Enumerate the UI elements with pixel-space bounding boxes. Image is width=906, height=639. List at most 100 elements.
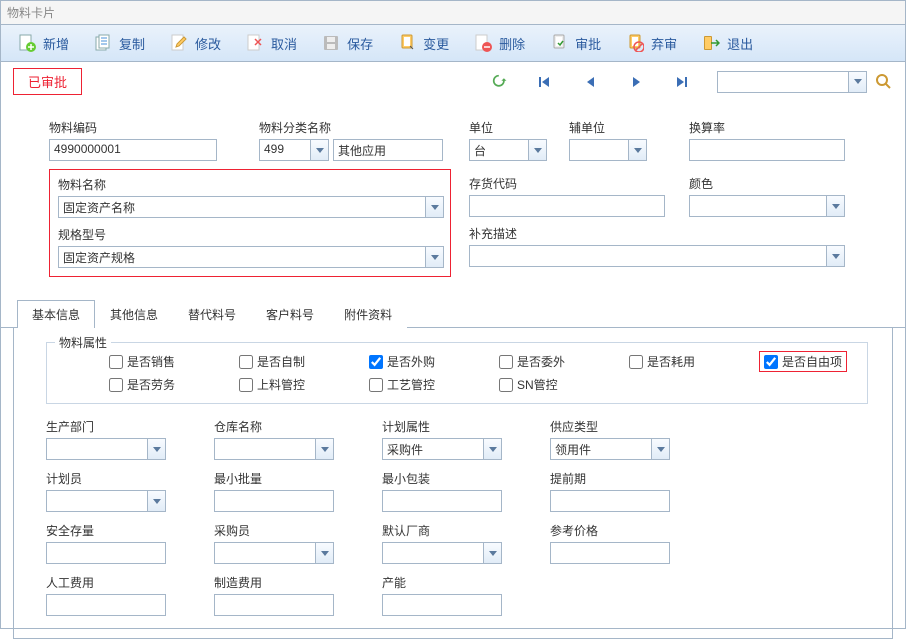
spec-combo[interactable]: 固定资产规格: [58, 246, 444, 268]
mfg-cost-label: 制造费用: [214, 574, 382, 592]
material-name-combo[interactable]: 固定资产名称: [58, 196, 444, 218]
check-selfmade[interactable]: 是否自制: [239, 351, 369, 372]
chevron-down-icon[interactable]: [310, 140, 328, 160]
mfg-cost-input[interactable]: [214, 594, 334, 616]
delete-button[interactable]: 删除: [463, 29, 535, 57]
safe-stock-label: 安全存量: [46, 522, 214, 540]
tab-basic[interactable]: 基本信息: [17, 300, 95, 328]
check-sn[interactable]: SN管控: [499, 376, 629, 393]
attributes-legend: 物料属性: [55, 334, 111, 351]
dept-combo[interactable]: [46, 438, 166, 460]
titlebar: 物料卡片: [1, 1, 905, 25]
min-batch-input[interactable]: [214, 490, 334, 512]
chevron-down-icon[interactable]: [425, 247, 443, 267]
capacity-input[interactable]: [382, 594, 502, 616]
tab-attachment[interactable]: 附件资料: [329, 300, 407, 328]
check-consume[interactable]: 是否耗用: [629, 351, 759, 372]
chevron-down-icon[interactable]: [528, 140, 546, 160]
ref-price-input[interactable]: [550, 542, 670, 564]
category-code-combo[interactable]: 499: [259, 139, 329, 161]
form-area: 物料编码 4990000001 物料分类名称 499 其他应用 单位 台 辅单位…: [1, 101, 905, 285]
material-name-label: 物料名称: [58, 176, 442, 194]
min-pack-input[interactable]: [382, 490, 502, 512]
min-pack-label: 最小包装: [382, 470, 550, 488]
chevron-down-icon[interactable]: [848, 72, 866, 92]
attributes-fieldset: 物料属性 是否销售 是否自制 是否外购 是否委外 是否耗用 是否自由项 是否劳务…: [46, 342, 868, 404]
nav-search-combo[interactable]: [717, 71, 867, 93]
nav-prev-icon[interactable]: [581, 73, 599, 91]
check-free-item[interactable]: 是否自由项: [759, 351, 847, 372]
rate-label: 换算率: [689, 119, 859, 137]
category-label: 物料分类名称: [259, 119, 469, 137]
chevron-down-icon[interactable]: [147, 491, 165, 511]
chevron-down-icon[interactable]: [483, 543, 501, 563]
copy-button[interactable]: 复制: [83, 29, 155, 57]
chevron-down-icon[interactable]: [315, 439, 333, 459]
labor-cost-input[interactable]: [46, 594, 166, 616]
nav-last-icon[interactable]: [673, 73, 691, 91]
supplement-combo[interactable]: [469, 245, 845, 267]
detail-grid: 生产部门 仓库名称 计划属性采购件 供应类型领用件 计划员 最小批量 最小包装 …: [14, 418, 892, 626]
edit-button[interactable]: 修改: [159, 29, 231, 57]
dept-label: 生产部门: [46, 418, 214, 436]
change-button[interactable]: 变更: [387, 29, 459, 57]
exit-icon: [701, 33, 721, 53]
save-button[interactable]: 保存: [311, 29, 383, 57]
unit-label: 单位: [469, 119, 569, 137]
warehouse-combo[interactable]: [214, 438, 334, 460]
spec-label: 规格型号: [58, 226, 442, 244]
labor-cost-label: 人工费用: [46, 574, 214, 592]
check-feed[interactable]: 上料管控: [239, 376, 369, 393]
tab-content: 物料属性 是否销售 是否自制 是否外购 是否委外 是否耗用 是否自由项 是否劳务…: [13, 328, 893, 639]
chevron-down-icon[interactable]: [425, 197, 443, 217]
chevron-down-icon[interactable]: [315, 543, 333, 563]
cancel-icon: [245, 33, 265, 53]
aux-unit-label: 辅单位: [569, 119, 689, 137]
new-button[interactable]: 新增: [7, 29, 79, 57]
chevron-down-icon[interactable]: [826, 196, 844, 216]
nav-next-icon[interactable]: [627, 73, 645, 91]
cancel-button[interactable]: 取消: [235, 29, 307, 57]
unit-combo[interactable]: 台: [469, 139, 547, 161]
plan-attr-combo[interactable]: 采购件: [382, 438, 502, 460]
safe-stock-input[interactable]: [46, 542, 166, 564]
check-labor[interactable]: 是否劳务: [109, 376, 239, 393]
color-combo[interactable]: [689, 195, 845, 217]
change-icon: [397, 33, 417, 53]
category-name-input[interactable]: 其他应用: [333, 139, 443, 161]
tab-other[interactable]: 其他信息: [95, 300, 173, 328]
abandon-icon: [625, 33, 645, 53]
audit-button[interactable]: 审批: [539, 29, 611, 57]
buyer-combo[interactable]: [214, 542, 334, 564]
planner-combo[interactable]: [46, 490, 166, 512]
chevron-down-icon[interactable]: [628, 140, 646, 160]
refresh-icon[interactable]: [491, 73, 509, 91]
abandon-button[interactable]: 弃审: [615, 29, 687, 57]
nav-first-icon[interactable]: [535, 73, 553, 91]
check-outsource[interactable]: 是否外购: [369, 351, 499, 372]
ref-price-label: 参考价格: [550, 522, 718, 540]
material-code-input[interactable]: 4990000001: [49, 139, 217, 161]
planner-label: 计划员: [46, 470, 214, 488]
check-sale[interactable]: 是否销售: [109, 351, 239, 372]
rate-input[interactable]: [689, 139, 845, 161]
check-process[interactable]: 工艺管控: [369, 376, 499, 393]
tab-customer[interactable]: 客户料号: [251, 300, 329, 328]
lead-time-input[interactable]: [550, 490, 670, 512]
tab-substitute[interactable]: 替代料号: [173, 300, 251, 328]
exit-button[interactable]: 退出: [691, 29, 763, 57]
chevron-down-icon[interactable]: [651, 439, 669, 459]
chevron-down-icon[interactable]: [483, 439, 501, 459]
chevron-down-icon[interactable]: [147, 439, 165, 459]
audit-icon: [549, 33, 569, 53]
stock-code-input[interactable]: [469, 195, 665, 217]
supply-type-combo[interactable]: 领用件: [550, 438, 670, 460]
default-vendor-combo[interactable]: [382, 542, 502, 564]
navbar: 已审批: [1, 62, 905, 101]
aux-unit-combo[interactable]: [569, 139, 647, 161]
check-consign[interactable]: 是否委外: [499, 351, 629, 372]
warehouse-label: 仓库名称: [214, 418, 382, 436]
search-icon[interactable]: [875, 73, 893, 91]
delete-icon: [473, 33, 493, 53]
chevron-down-icon[interactable]: [826, 246, 844, 266]
